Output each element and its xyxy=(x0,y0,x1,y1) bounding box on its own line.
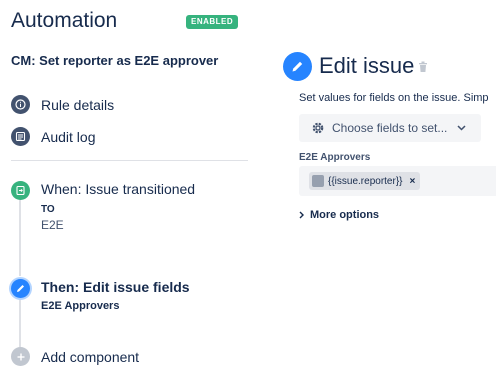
panel-description: Set values for fields on the issue. Simp xyxy=(299,92,489,104)
nav-item-rule-details[interactable]: Rule details xyxy=(11,95,114,114)
chevron-right-icon xyxy=(299,211,304,219)
chevron-down-icon xyxy=(457,125,466,131)
trash-icon[interactable] xyxy=(418,60,428,78)
action-label: Then: Edit issue fields xyxy=(41,279,190,295)
choose-fields-dropdown[interactable]: Choose fields to set... xyxy=(299,114,481,142)
sidebar-divider xyxy=(11,160,248,161)
trigger-sub-label: TO xyxy=(41,204,55,215)
list-icon xyxy=(11,127,30,146)
add-component-button[interactable]: Add component xyxy=(11,347,139,366)
action-sub-value: E2E Approvers xyxy=(41,300,120,312)
plus-icon xyxy=(11,347,30,366)
rule-name: CM: Set reporter as E2E approver xyxy=(11,53,219,68)
panel-title: Edit issue xyxy=(319,53,415,78)
page-title: Automation xyxy=(11,9,118,32)
nav-item-label: Audit log xyxy=(41,128,96,145)
user-chip: {{issue.reporter}} × xyxy=(309,172,421,190)
nav-item-audit-log[interactable]: Audit log xyxy=(11,127,95,146)
edit-issue-icon xyxy=(283,52,312,81)
field-label: E2E Approvers xyxy=(299,152,371,163)
e2e-approvers-field[interactable]: {{issue.reporter}} × xyxy=(299,166,496,196)
status-badge: ENABLED xyxy=(186,15,239,29)
more-options-toggle[interactable]: More options xyxy=(299,209,379,221)
trigger-label: When: Issue transitioned xyxy=(41,181,196,197)
choose-fields-label: Choose fields to set... xyxy=(332,121,448,135)
nav-item-label: Rule details xyxy=(41,96,115,113)
chip-label: {{issue.reporter}} xyxy=(328,175,403,187)
more-options-label: More options xyxy=(310,209,380,221)
pencil-icon xyxy=(11,279,30,298)
trigger-sub-value: E2E xyxy=(41,218,64,232)
info-icon xyxy=(11,95,30,114)
gear-icon xyxy=(311,121,325,135)
add-component-label: Add component xyxy=(41,348,140,365)
avatar xyxy=(312,175,324,187)
trigger-step[interactable]: When: Issue transitioned TO E2E xyxy=(11,181,195,232)
close-icon[interactable]: × xyxy=(410,176,416,187)
action-step[interactable]: Then: Edit issue fields E2E Approvers xyxy=(11,279,190,312)
transition-icon xyxy=(11,181,30,200)
